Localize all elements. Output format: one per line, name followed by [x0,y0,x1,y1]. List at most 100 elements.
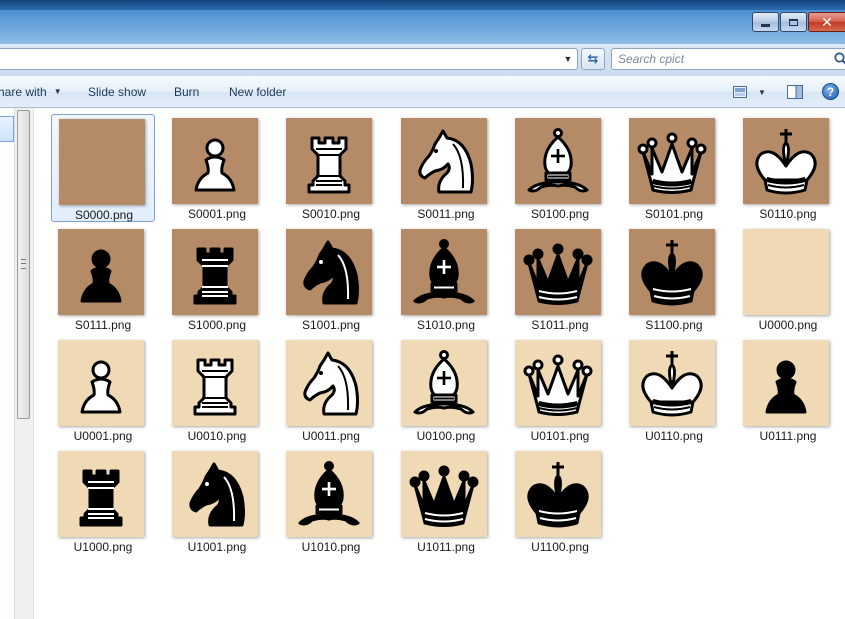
title-bar: ✕ [0,0,845,44]
file-thumbnail[interactable] [629,229,715,315]
file-item[interactable]: U0000.png [736,225,840,333]
file-name: S0101.png [644,207,704,221]
share-with-menu[interactable]: hare with ▼ [0,76,62,107]
black-pawn-icon [58,229,144,315]
file-item[interactable]: U0010.png [165,336,269,444]
nav-selected-item[interactable] [0,116,14,142]
scrollbar-thumb[interactable] [17,110,30,419]
file-item[interactable]: S0011.png [394,114,498,222]
new-folder-button[interactable]: New folder [229,76,286,107]
file-item[interactable]: U1011.png [394,447,498,555]
file-thumbnail[interactable] [172,118,258,204]
white-queen-icon [629,118,715,204]
white-queen-icon [515,340,601,426]
file-item[interactable]: S1001.png [279,225,383,333]
file-item[interactable]: S0101.png [622,114,726,222]
file-thumbnail[interactable] [743,118,829,204]
file-item[interactable]: S0111.png [51,225,155,333]
black-king-icon [629,229,715,315]
preview-pane-button[interactable] [787,83,803,101]
file-thumbnail[interactable] [59,119,145,205]
file-item[interactable]: S1011.png [508,225,612,333]
file-thumbnail[interactable] [286,229,372,315]
share-with-label: hare with [0,84,47,99]
white-knight-icon [401,118,487,204]
navigation-pane [0,108,15,619]
file-thumbnail[interactable] [515,451,601,537]
file-name: U0111.png [759,429,817,443]
file-name: S0000.png [74,208,134,222]
white-rook-icon [286,118,372,204]
file-name: S0011.png [417,207,475,221]
address-bar[interactable]: ▼ [0,48,578,70]
black-pawn-icon [743,340,829,426]
burn-label: Burn [174,84,200,99]
refresh-button[interactable]: ⇆ [581,48,605,70]
file-item[interactable]: U0101.png [508,336,612,444]
file-thumbnail[interactable] [286,451,372,537]
view-dropdown-icon[interactable]: ▼ [758,88,766,97]
file-thumbnail[interactable] [743,229,829,315]
file-item[interactable]: U0011.png [279,336,383,444]
file-name: S0111.png [74,318,132,332]
search-icon[interactable] [833,51,845,67]
file-thumbnail[interactable] [172,451,258,537]
close-button[interactable]: ✕ [808,12,845,32]
file-thumbnail[interactable] [286,340,372,426]
file-item[interactable]: S0010.png [279,114,383,222]
file-item[interactable]: U1000.png [51,447,155,555]
maximize-button[interactable] [780,12,807,32]
burn-button[interactable]: Burn [174,76,199,107]
file-name: S1001.png [301,318,361,332]
file-thumbnail[interactable] [629,118,715,204]
chevron-down-icon: ▼ [53,87,62,96]
file-item[interactable]: U0001.png [51,336,155,444]
black-bishop-icon [401,229,487,315]
black-king-icon [515,451,601,537]
file-thumbnail[interactable] [401,340,487,426]
file-item[interactable]: U1001.png [165,447,269,555]
file-thumbnail[interactable] [58,451,144,537]
file-item[interactable]: U0111.png [736,336,840,444]
file-name: U1100.png [531,540,589,554]
file-thumbnail[interactable] [286,118,372,204]
search-box[interactable] [611,48,845,70]
file-thumbnail[interactable] [401,451,487,537]
file-item[interactable]: S0001.png [165,114,269,222]
file-thumbnail[interactable] [629,340,715,426]
search-input[interactable] [618,51,818,67]
file-item[interactable]: S1000.png [165,225,269,333]
file-name: S0100.png [530,207,590,221]
help-icon[interactable]: ? [822,83,839,100]
file-thumbnail[interactable] [58,229,144,315]
file-thumbnail[interactable] [58,340,144,426]
file-name: U0011.png [302,429,360,443]
file-thumbnail[interactable] [515,229,601,315]
file-item[interactable]: U0110.png [622,336,726,444]
file-item[interactable]: S0100.png [508,114,612,222]
white-pawn-icon [172,118,258,204]
file-thumbnail[interactable] [743,340,829,426]
vertical-scrollbar[interactable] [15,108,34,619]
file-thumbnail[interactable] [401,229,487,315]
change-view-button[interactable]: ▼ [733,83,766,101]
refresh-icon: ⇆ [587,51,599,66]
file-thumbnail[interactable] [515,340,601,426]
minimize-button[interactable] [752,12,779,32]
file-item[interactable]: U0100.png [394,336,498,444]
file-item[interactable]: U1010.png [279,447,383,555]
file-item[interactable]: S0110.png [736,114,840,222]
file-thumbnail[interactable] [515,118,601,204]
file-item[interactable]: S1100.png [622,225,726,333]
file-item[interactable]: U1100.png [508,447,612,555]
black-queen-icon [401,451,487,537]
file-item[interactable]: S1010.png [394,225,498,333]
file-item[interactable]: S0000.png [51,114,155,222]
slide-show-button[interactable]: Slide show [88,76,146,107]
address-dropdown-icon[interactable]: ▼ [561,51,575,67]
file-thumbnail[interactable] [401,118,487,204]
file-thumbnail[interactable] [172,340,258,426]
file-thumbnail[interactable] [172,229,258,315]
file-name: U0101.png [530,429,590,443]
file-name: U1011.png [417,540,475,554]
